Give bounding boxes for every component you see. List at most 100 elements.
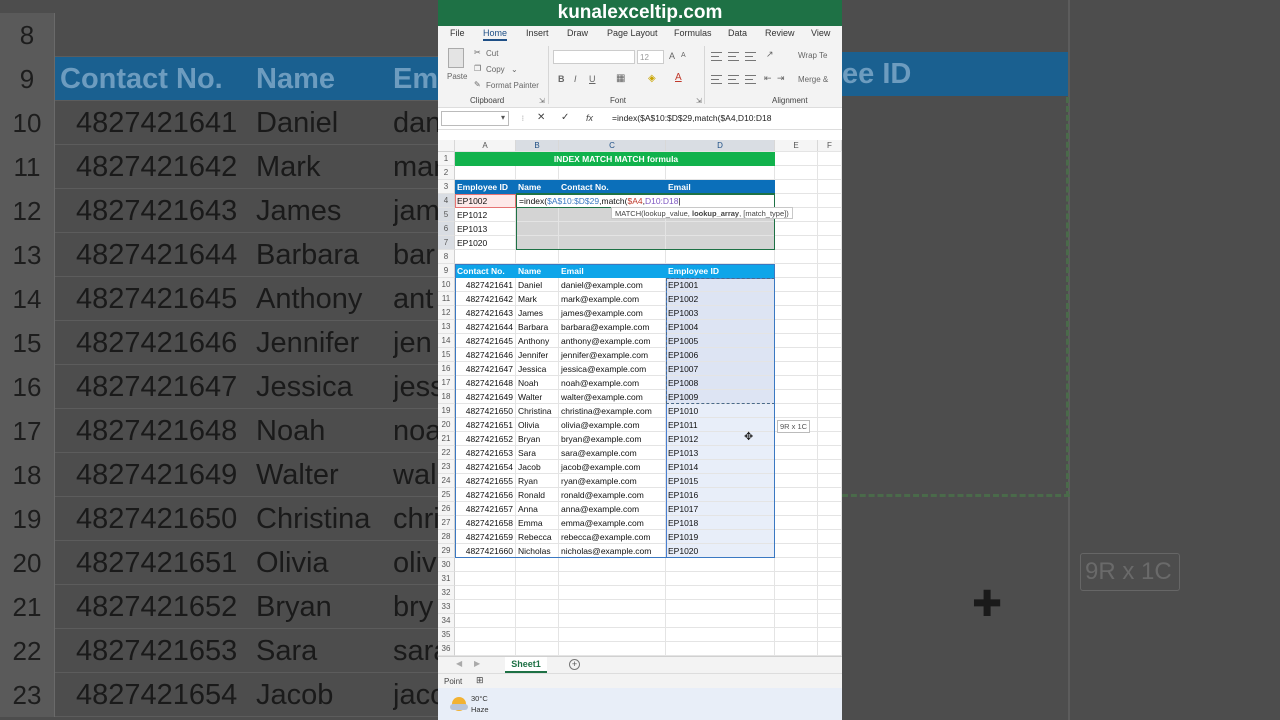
row-header-3[interactable]: 3 xyxy=(438,180,455,194)
row-header-26[interactable]: 26 xyxy=(438,502,455,516)
row-header-27[interactable]: 27 xyxy=(438,516,455,530)
tab-review[interactable]: Review xyxy=(765,28,795,38)
tab-data[interactable]: Data xyxy=(728,28,747,38)
accessibility-icon[interactable]: ⊞ xyxy=(476,675,484,686)
row-header-2[interactable]: 2 xyxy=(438,166,455,180)
font-launcher-icon[interactable]: ⇲ xyxy=(696,97,702,105)
worksheet-grid[interactable]: ABCDEF 1 2 3 4 5 6 7 8 9 10 11 12 13 14 15 16 17 18 19 20 21… xyxy=(438,140,842,656)
format-painter-icon[interactable]: ✎ xyxy=(474,80,481,89)
increase-indent-icon[interactable]: ⇥ xyxy=(777,73,785,84)
align-right-icon[interactable] xyxy=(745,75,756,84)
row-header-11[interactable]: 11 xyxy=(438,292,455,306)
row-header-22[interactable]: 22 xyxy=(438,446,455,460)
tab-home[interactable]: Home xyxy=(483,28,508,41)
copy-icon[interactable]: ❐ xyxy=(474,64,481,73)
fill-color-icon[interactable]: ◈ xyxy=(648,73,656,84)
clipboard-launcher-icon[interactable]: ⇲ xyxy=(539,97,545,105)
row-header-10[interactable]: 10 xyxy=(438,278,455,292)
row-header-34[interactable]: 34 xyxy=(438,614,455,628)
cut-button[interactable]: Cut xyxy=(486,49,498,58)
merge-center-button[interactable]: Merge & xyxy=(798,75,828,84)
wrap-text-button[interactable]: Wrap Te xyxy=(798,51,828,60)
lookup-header-cell[interactable]: Email xyxy=(666,180,775,194)
align-left-icon[interactable] xyxy=(711,75,722,84)
copy-button[interactable]: Copy xyxy=(486,65,505,74)
lookup-header-cell[interactable]: Employee ID xyxy=(455,180,516,194)
tab-draw[interactable]: Draw xyxy=(567,28,588,38)
row-header-6[interactable]: 6 xyxy=(438,222,455,236)
formula-input[interactable]: =index($A$10:$D$29,match($A4,D10:D18 xyxy=(612,113,771,123)
row-header-36[interactable]: 36 xyxy=(438,642,455,656)
lookup-id-cell[interactable]: EP1013 xyxy=(455,222,516,236)
name-box[interactable] xyxy=(441,111,509,126)
row-header-19[interactable]: 19 xyxy=(438,404,455,418)
row-header-23[interactable]: 23 xyxy=(438,460,455,474)
tab-page-layout[interactable]: Page Layout xyxy=(607,28,658,38)
row-header-18[interactable]: 18 xyxy=(438,390,455,404)
enter-icon[interactable]: ✓ xyxy=(561,112,569,123)
row-header-15[interactable]: 15 xyxy=(438,348,455,362)
align-center-icon[interactable] xyxy=(728,75,739,84)
align-middle-icon[interactable] xyxy=(728,52,739,61)
row-header-29[interactable]: 29 xyxy=(438,544,455,558)
row-header-33[interactable]: 33 xyxy=(438,600,455,614)
font-size-box[interactable]: 12 xyxy=(637,50,664,64)
row-header-9[interactable]: 9 xyxy=(438,264,455,278)
align-top-icon[interactable] xyxy=(711,52,722,61)
italic-button[interactable]: I xyxy=(574,74,577,84)
row-header-20[interactable]: 20 xyxy=(438,418,455,432)
tab-formulas[interactable]: Formulas xyxy=(674,28,712,38)
row-header-4[interactable]: 4 xyxy=(438,194,455,208)
row-header-28[interactable]: 28 xyxy=(438,530,455,544)
row-header-1[interactable]: 1 xyxy=(438,152,455,166)
row-header-17[interactable]: 17 xyxy=(438,376,455,390)
align-bottom-icon[interactable] xyxy=(745,52,756,61)
tab-insert[interactable]: Insert xyxy=(526,28,549,38)
lookup-header-cell[interactable]: Contact No. xyxy=(559,180,666,194)
row-header-31[interactable]: 31 xyxy=(438,572,455,586)
row-header-12[interactable]: 12 xyxy=(438,306,455,320)
paste-button[interactable]: Paste xyxy=(447,72,467,81)
row-header-24[interactable]: 24 xyxy=(438,474,455,488)
font-color-icon[interactable]: A xyxy=(675,72,682,83)
tab-file[interactable]: File xyxy=(450,28,465,38)
select-all-corner[interactable] xyxy=(438,140,455,152)
increase-font-icon[interactable]: A xyxy=(669,51,675,61)
sheet-tab-sheet1[interactable]: Sheet1 xyxy=(505,657,547,673)
row-header-7[interactable]: 7 xyxy=(438,236,455,250)
prev-sheet-icon[interactable]: ◀ xyxy=(456,659,462,668)
zoomed-row-number: 11 xyxy=(0,145,55,189)
row-header-35[interactable]: 35 xyxy=(438,628,455,642)
row-header-16[interactable]: 16 xyxy=(438,362,455,376)
lookup-header-cell[interactable]: Name xyxy=(516,180,559,194)
add-sheet-icon[interactable]: + xyxy=(569,659,580,670)
weather-haze-icon[interactable] xyxy=(450,697,468,711)
tab-view[interactable]: View xyxy=(811,28,830,38)
bold-button[interactable]: B xyxy=(558,74,565,84)
row-header-32[interactable]: 32 xyxy=(438,586,455,600)
row-header-5[interactable]: 5 xyxy=(438,208,455,222)
lookup-id-cell[interactable]: EP1002 xyxy=(455,194,516,208)
row-header-8[interactable]: 8 xyxy=(438,250,455,264)
copy-dropdown-icon[interactable]: ⌄ xyxy=(511,65,518,74)
cancel-icon[interactable]: ✕ xyxy=(537,112,545,123)
row-header-30[interactable]: 30 xyxy=(438,558,455,572)
format-painter-button[interactable]: Format Painter xyxy=(486,81,539,90)
formula-edit-cell[interactable]: =index($A$10:$D$29,match($A4,D10:D18| xyxy=(516,194,775,208)
row-header-25[interactable]: 25 xyxy=(438,488,455,502)
paste-icon[interactable] xyxy=(448,48,464,68)
borders-icon[interactable]: ▦ xyxy=(616,73,625,84)
row-header-13[interactable]: 13 xyxy=(438,320,455,334)
cut-icon[interactable]: ✂ xyxy=(474,48,481,57)
orientation-icon[interactable]: ↗ xyxy=(766,49,774,60)
next-sheet-icon[interactable]: ▶ xyxy=(474,659,480,668)
decrease-indent-icon[interactable]: ⇤ xyxy=(764,73,772,84)
decrease-font-icon[interactable]: A xyxy=(681,52,686,59)
lookup-id-cell[interactable]: EP1012 xyxy=(455,208,516,222)
font-name-box[interactable] xyxy=(553,50,635,64)
underline-button[interactable]: U xyxy=(589,74,596,84)
row-header-14[interactable]: 14 xyxy=(438,334,455,348)
row-header-21[interactable]: 21 xyxy=(438,432,455,446)
lookup-id-cell[interactable]: EP1020 xyxy=(455,236,516,250)
insert-function-button[interactable]: fx xyxy=(586,113,593,123)
